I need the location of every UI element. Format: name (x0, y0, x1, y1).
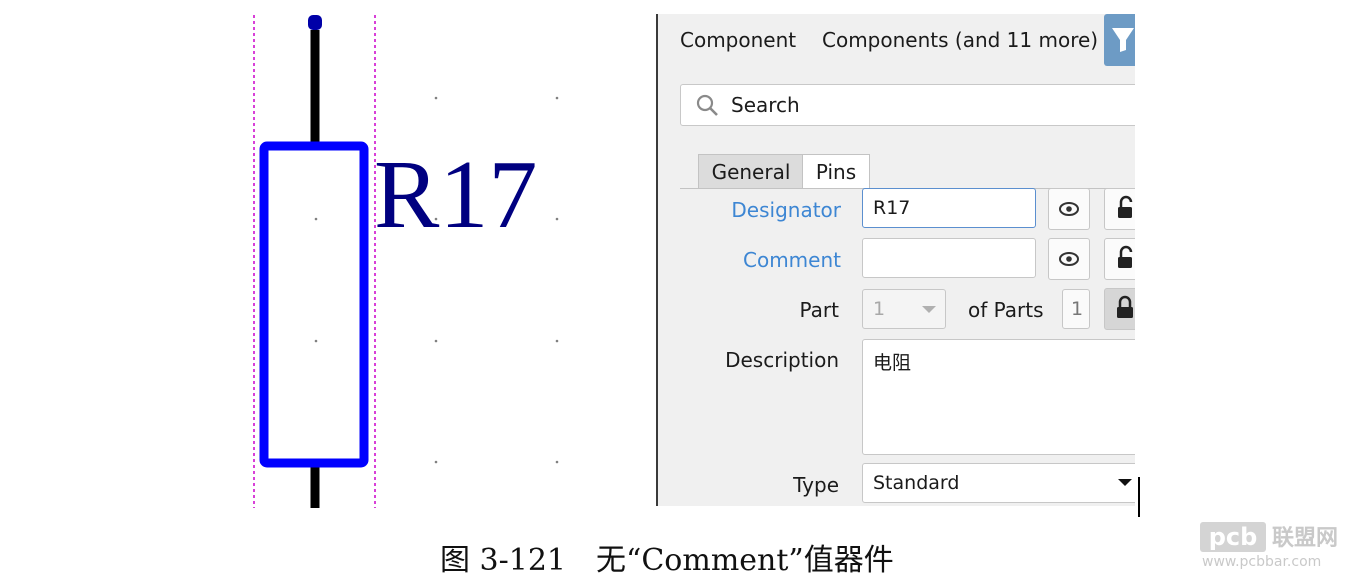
description-value: 电阻 (873, 352, 912, 374)
designator-text[interactable]: R17 (374, 143, 537, 247)
part-label: Part (799, 298, 839, 322)
parts-count-field: 1 (1062, 289, 1090, 329)
panel-kind-label: Component (680, 28, 797, 52)
search-icon (696, 94, 718, 116)
figure-caption: 图 3-121 无“Comment”值器件 (440, 543, 894, 578)
parts-count-value: 1 (1071, 298, 1084, 320)
watermark-logo: pcb (1200, 522, 1266, 552)
comment-lock-button[interactable] (1104, 238, 1135, 280)
eye-icon (1059, 202, 1079, 216)
part-value: 1 (873, 298, 886, 320)
schematic-svg (253, 15, 559, 508)
watermark: pcb 联盟网 www.pcbbar.com (1200, 518, 1350, 570)
lock-icon (1118, 195, 1133, 218)
schematic-canvas[interactable]: R17 (0, 0, 650, 510)
pin-top-end[interactable] (308, 15, 322, 30)
type-value: Standard (873, 472, 960, 494)
designator-label: Designator (731, 198, 841, 222)
panel-selection-label: Components (and 11 more) (822, 28, 1099, 52)
designator-field[interactable]: R17 (862, 188, 1036, 228)
type-select[interactable]: Standard (862, 463, 1135, 503)
comment-visibility-button[interactable] (1048, 238, 1090, 280)
part-lock-button[interactable] (1104, 288, 1135, 330)
tab-general[interactable]: General (698, 154, 804, 189)
chevron-down-icon (1118, 479, 1132, 486)
of-parts-label: of Parts (968, 298, 1044, 322)
designator-value: R17 (873, 197, 911, 219)
type-label: Type (793, 473, 839, 497)
comment-label: Comment (743, 248, 841, 272)
description-label: Description (725, 348, 839, 372)
filter-icon (1112, 28, 1134, 52)
tab-pins[interactable]: Pins (802, 154, 870, 189)
chevron-down-icon (922, 306, 936, 313)
lock-icon (1118, 245, 1133, 268)
eye-icon (1059, 252, 1079, 266)
watermark-url: www.pcbbar.com (1202, 554, 1322, 570)
designator-lock-button[interactable] (1104, 188, 1135, 230)
lock-icon (1117, 295, 1133, 318)
watermark-site-name: 联盟网 (1272, 526, 1339, 551)
designator-visibility-button[interactable] (1048, 188, 1090, 230)
text-cursor (1138, 477, 1140, 517)
description-textarea[interactable]: 电阻 (862, 339, 1135, 455)
resistor-body[interactable] (259, 141, 369, 468)
search-input[interactable]: Search (680, 84, 1135, 126)
search-placeholder: Search (731, 93, 800, 117)
properties-panel: Component Components (and 11 more) Searc… (656, 14, 1135, 506)
filter-button[interactable] (1104, 14, 1135, 66)
part-select[interactable]: 1 (862, 289, 946, 329)
comment-field[interactable] (862, 238, 1036, 278)
